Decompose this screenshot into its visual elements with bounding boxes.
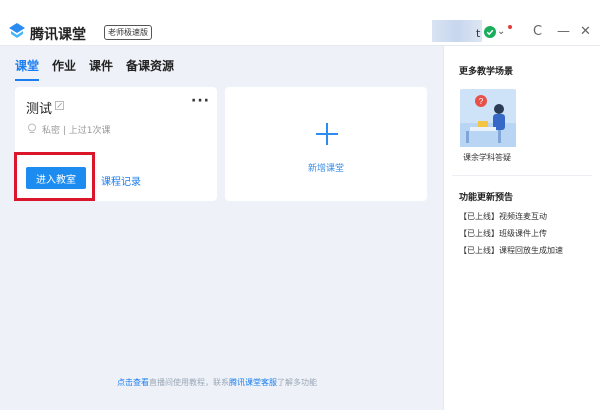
tab-courseware[interactable]: 课件	[89, 57, 113, 74]
update-item[interactable]: 【已上线】视频连麦互动	[459, 211, 547, 222]
more-options-icon[interactable]: ···	[191, 93, 210, 109]
plus-icon-vertical	[326, 123, 328, 145]
tab-classroom[interactable]: 课堂	[15, 57, 39, 74]
footer-suffix-text: 了解多功能	[277, 378, 317, 387]
user-avatar-blurred[interactable]	[432, 20, 482, 42]
qa-scene-image[interactable]: ?	[460, 89, 516, 147]
updates-title: 功能更新预告	[459, 193, 514, 203]
shield-check-icon[interactable]	[484, 26, 496, 38]
chevron-down-icon[interactable]: ⌄	[497, 26, 505, 37]
version-badge: 老师极速版	[104, 25, 152, 40]
more-scenes-title: 更多教学场景	[459, 67, 514, 77]
user-name[interactable]: t	[476, 27, 480, 40]
edit-icon[interactable]	[55, 101, 64, 110]
highlight-box	[14, 152, 95, 201]
new-classroom-label: 新增课堂	[307, 164, 344, 174]
update-item[interactable]: 【已上线】班级课件上传	[459, 228, 547, 239]
classroom-title: 测试	[26, 102, 53, 117]
tab-homework[interactable]: 作业	[52, 57, 76, 74]
active-tab-indicator	[15, 79, 39, 81]
new-classroom-card[interactable]: 新增课堂	[225, 87, 427, 201]
right-panel: 更多教学场景 ? 课余学科答疑 功能更新预告 【已上线】视频连麦互动 【已上线】…	[443, 46, 600, 410]
minimize-icon[interactable]: —	[557, 24, 570, 39]
app-window: 腾讯课堂 老师极速版 t ⌄ C — ✕ 课堂 作业 课件 备课资源 测试 ··…	[0, 0, 600, 410]
svg-text:?: ?	[479, 97, 484, 106]
title-bar: 腾讯课堂 老师极速版 t ⌄ C — ✕	[0, 0, 600, 46]
logo-icon	[9, 23, 25, 38]
private-icon	[28, 123, 36, 133]
view-tutorial-link[interactable]: 点击查看	[117, 378, 149, 387]
course-record-link[interactable]: 课程记录	[101, 173, 141, 188]
update-item[interactable]: 【已上线】课程回放生成加速	[459, 245, 563, 256]
customer-service-link[interactable]: 腾讯课堂客服	[229, 378, 277, 387]
close-icon[interactable]: ✕	[580, 24, 591, 39]
tab-prep-resources[interactable]: 备课资源	[126, 57, 174, 74]
notification-dot	[508, 25, 512, 29]
classroom-meta: 私密 | 上过1次课	[42, 126, 111, 136]
refresh-icon[interactable]: C	[533, 24, 542, 39]
footer-help-text: 点击查看直播间使用教程，联系腾讯课堂客服了解多功能	[117, 377, 317, 388]
qa-scene-label[interactable]: 课余学科答疑	[463, 152, 511, 163]
divider	[452, 175, 592, 176]
footer-middle-text: 直播间使用教程，联系	[149, 378, 229, 387]
app-title: 腾讯课堂	[30, 27, 86, 43]
